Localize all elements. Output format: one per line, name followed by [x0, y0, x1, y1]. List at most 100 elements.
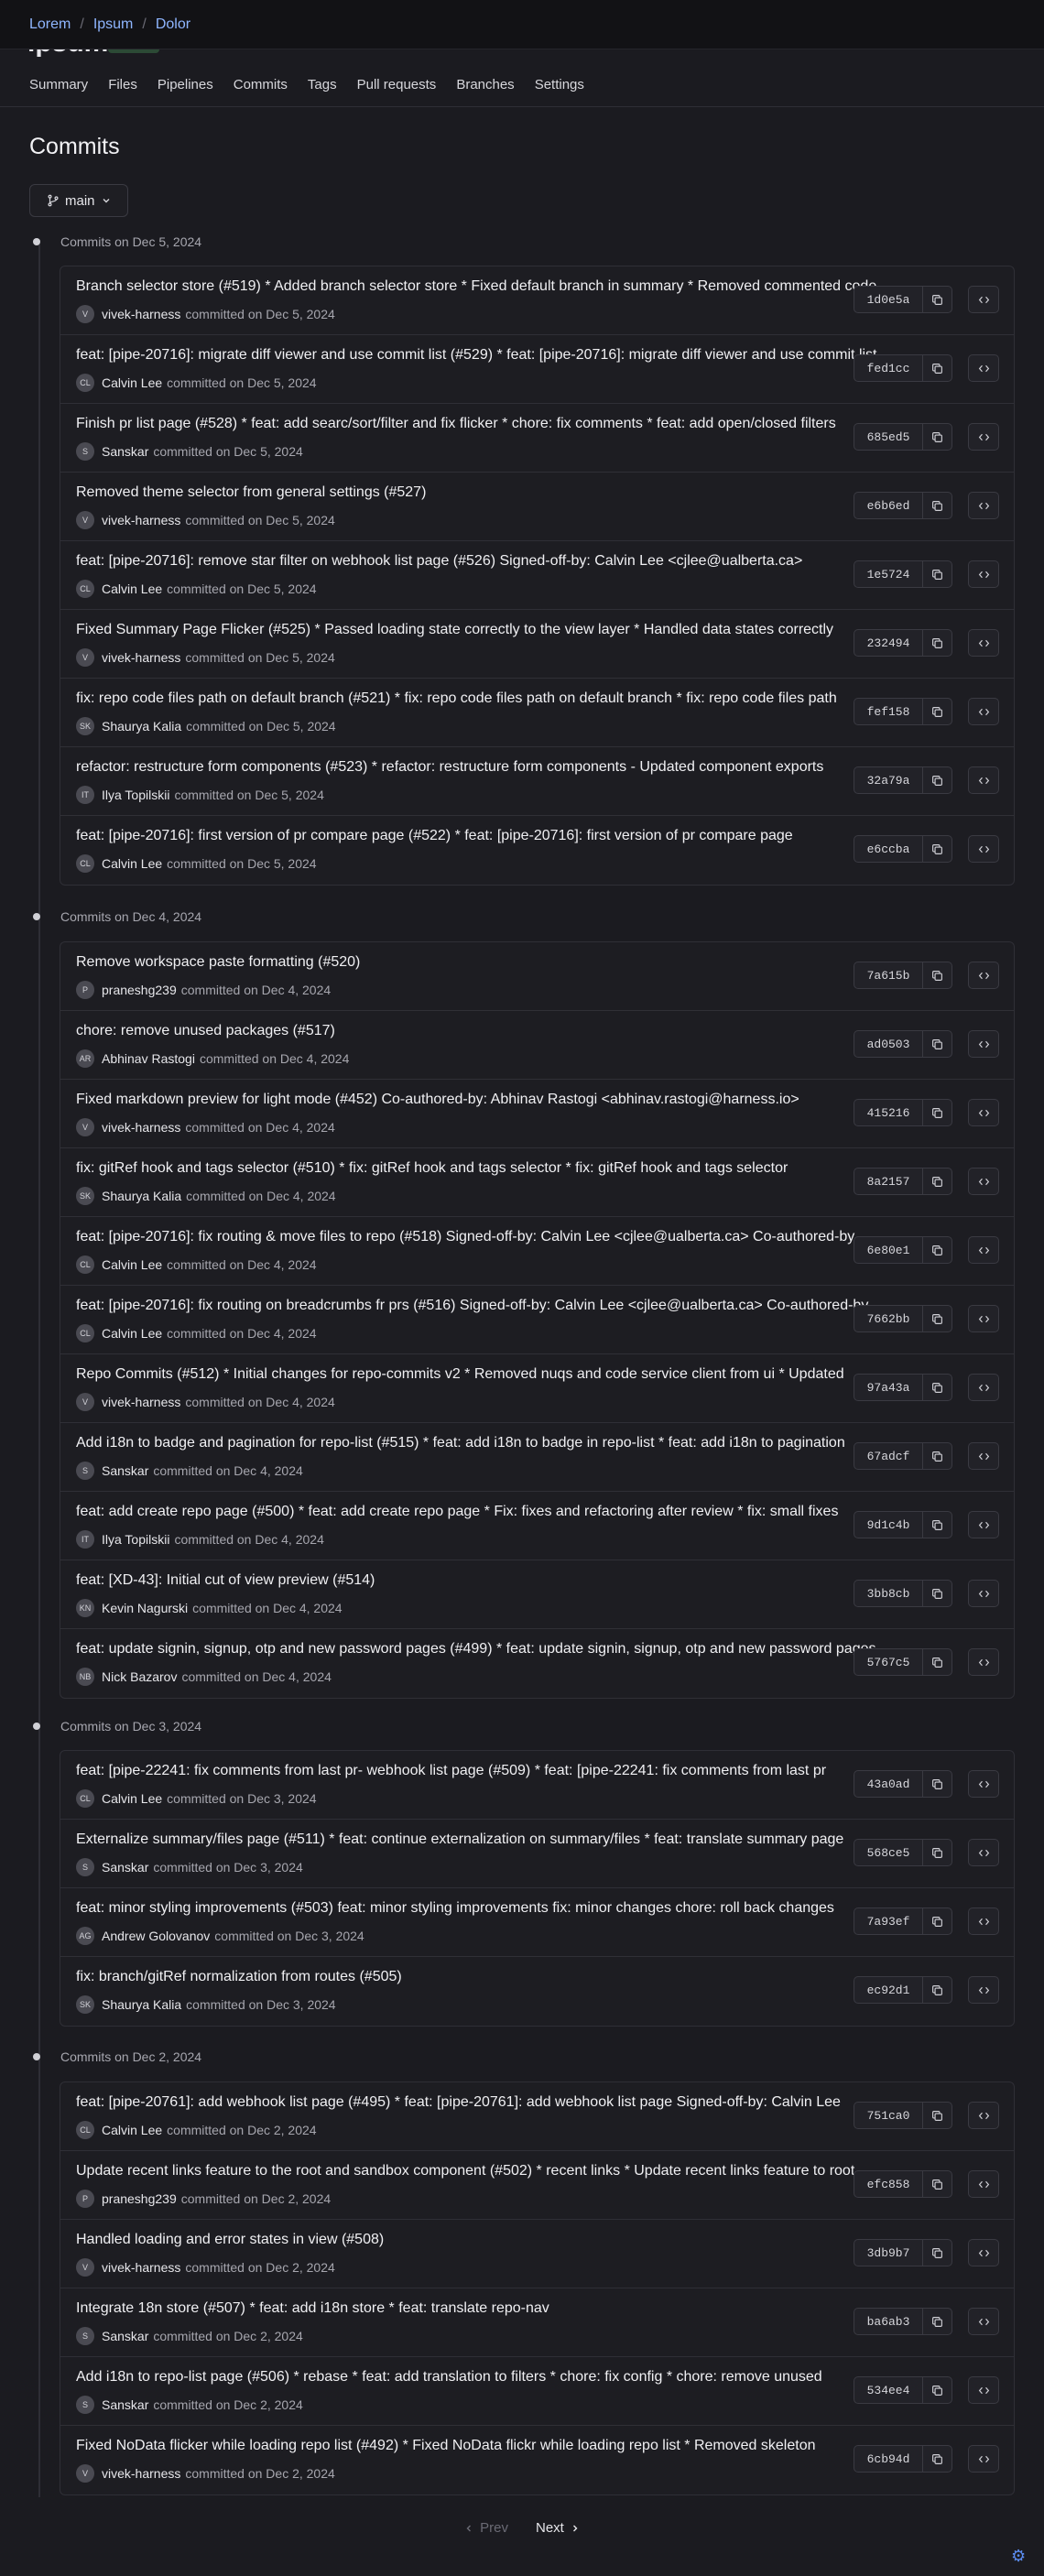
commit-message[interactable]: fix: gitRef hook and tags selector (#510…	[76, 1160, 909, 1177]
copy-icon[interactable]	[922, 630, 952, 656]
commit-sha[interactable]: 534ee4	[854, 2384, 922, 2397]
copy-icon[interactable]	[922, 1375, 952, 1400]
commit-message[interactable]: feat: [pipe-20716]: remove star filter o…	[76, 553, 909, 570]
browse-code-icon[interactable]	[968, 2102, 999, 2129]
commit-sha[interactable]: 43a0ad	[854, 1777, 922, 1791]
commit-message[interactable]: Add i18n to repo-list page (#506) * reba…	[76, 2369, 909, 2386]
commit-sha[interactable]: fef158	[854, 705, 922, 719]
commit-sha[interactable]: ba6ab3	[854, 2315, 922, 2329]
copy-icon[interactable]	[922, 1100, 952, 1125]
copy-icon[interactable]	[922, 1306, 952, 1331]
tab-settings[interactable]: Settings	[535, 77, 584, 92]
commit-row[interactable]: Remove workspace paste formatting (#520)…	[60, 942, 1014, 1011]
commit-sha[interactable]: 5767c5	[854, 1656, 922, 1669]
commit-row[interactable]: Repo Commits (#512) * Initial changes fo…	[60, 1354, 1014, 1423]
commit-sha[interactable]: e6ccba	[854, 842, 922, 856]
commit-row[interactable]: Integrate 18n store (#507) * feat: add i…	[60, 2288, 1014, 2357]
browse-code-icon[interactable]	[968, 1770, 999, 1798]
browse-code-icon[interactable]	[968, 1030, 999, 1058]
commit-row[interactable]: feat: minor styling improvements (#503) …	[60, 1888, 1014, 1957]
commit-message[interactable]: feat: [pipe-20716]: migrate diff viewer …	[76, 347, 909, 364]
commit-message[interactable]: Removed theme selector from general sett…	[76, 484, 909, 501]
browse-code-icon[interactable]	[968, 766, 999, 794]
commit-message[interactable]: feat: minor styling improvements (#503) …	[76, 1900, 909, 1917]
copy-icon[interactable]	[922, 287, 952, 312]
commit-sha[interactable]: 7662bb	[854, 1312, 922, 1326]
browse-code-icon[interactable]	[968, 835, 999, 863]
commit-row[interactable]: Add i18n to badge and pagination for rep…	[60, 1423, 1014, 1492]
copy-icon[interactable]	[922, 1908, 952, 1934]
commit-sha[interactable]: 751ca0	[854, 2109, 922, 2123]
copy-icon[interactable]	[922, 1977, 952, 2003]
commit-message[interactable]: feat: [pipe-20716]: fix routing & move f…	[76, 1229, 909, 1245]
commit-row[interactable]: refactor: restructure form components (#…	[60, 747, 1014, 816]
commit-row[interactable]: Fixed NoData flicker while loading repo …	[60, 2426, 1014, 2494]
commit-message[interactable]: feat: update signin, signup, otp and new…	[76, 1641, 909, 1658]
copy-icon[interactable]	[922, 493, 952, 518]
copy-icon[interactable]	[922, 2446, 952, 2472]
commit-message[interactable]: feat: add create repo page (#500) * feat…	[76, 1504, 909, 1520]
browse-code-icon[interactable]	[968, 1976, 999, 2004]
browse-code-icon[interactable]	[968, 2376, 999, 2404]
commit-message[interactable]: Update recent links feature to the root …	[76, 2163, 909, 2179]
commit-message[interactable]: Fixed Summary Page Flicker (#525) * Pass…	[76, 622, 909, 638]
commit-sha[interactable]: 3bb8cb	[854, 1587, 922, 1601]
commit-message[interactable]: Externalize summary/files page (#511) * …	[76, 1831, 909, 1848]
commit-sha[interactable]: 97a43a	[854, 1381, 922, 1395]
commit-row[interactable]: feat: add create repo page (#500) * feat…	[60, 1492, 1014, 1560]
commit-sha[interactable]: ec92d1	[854, 1984, 922, 1997]
browse-code-icon[interactable]	[968, 286, 999, 313]
browse-code-icon[interactable]	[968, 1839, 999, 1866]
commit-message[interactable]: Repo Commits (#512) * Initial changes fo…	[76, 1366, 909, 1383]
commit-sha[interactable]: e6b6ed	[854, 499, 922, 513]
commit-row[interactable]: feat: [pipe-20761]: add webhook list pag…	[60, 2082, 1014, 2151]
browse-code-icon[interactable]	[968, 2170, 999, 2198]
commit-sha[interactable]: 6e80e1	[854, 1244, 922, 1257]
copy-icon[interactable]	[922, 767, 952, 793]
tab-pipelines[interactable]: Pipelines	[158, 77, 213, 92]
copy-icon[interactable]	[922, 1771, 952, 1797]
copy-icon[interactable]	[922, 1168, 952, 1194]
commit-row[interactable]: feat: update signin, signup, otp and new…	[60, 1629, 1014, 1698]
browse-code-icon[interactable]	[968, 1580, 999, 1607]
browse-code-icon[interactable]	[968, 1648, 999, 1676]
copy-icon[interactable]	[922, 1649, 952, 1675]
browse-code-icon[interactable]	[968, 1236, 999, 1264]
copy-icon[interactable]	[922, 962, 952, 988]
copy-icon[interactable]	[922, 561, 952, 587]
commit-row[interactable]: chore: remove unused packages (#517) AR Ab…	[60, 1011, 1014, 1080]
browse-code-icon[interactable]	[968, 354, 999, 382]
commit-message[interactable]: fix: branch/gitRef normalization from ro…	[76, 1969, 909, 1985]
browse-code-icon[interactable]	[968, 629, 999, 657]
commit-message[interactable]: Integrate 18n store (#507) * feat: add i…	[76, 2300, 909, 2317]
copy-icon[interactable]	[922, 2171, 952, 2197]
commit-sha[interactable]: 1d0e5a	[854, 293, 922, 307]
browse-code-icon[interactable]	[968, 1099, 999, 1126]
copy-icon[interactable]	[922, 1581, 952, 1606]
copy-icon[interactable]	[922, 424, 952, 450]
tab-summary[interactable]: Summary	[29, 77, 88, 92]
copy-icon[interactable]	[922, 1512, 952, 1538]
browse-code-icon[interactable]	[968, 2239, 999, 2266]
next-page-button[interactable]: Next	[536, 2520, 581, 2536]
commit-sha[interactable]: 7a615b	[854, 969, 922, 983]
breadcrumb-item-0[interactable]: Lorem	[29, 16, 71, 33]
commit-message[interactable]: feat: [pipe-22241: fix comments from las…	[76, 1763, 909, 1779]
commit-sha[interactable]: efc858	[854, 2178, 922, 2191]
copy-icon[interactable]	[922, 355, 952, 381]
copy-icon[interactable]	[922, 2377, 952, 2403]
prev-page-button[interactable]: Prev	[463, 2520, 508, 2536]
breadcrumb-item-2[interactable]: Dolor	[156, 16, 190, 33]
commit-sha[interactable]: 1e5724	[854, 568, 922, 582]
browse-code-icon[interactable]	[968, 423, 999, 451]
commit-row[interactable]: feat: [pipe-20716]: fix routing & move f…	[60, 1217, 1014, 1286]
browse-code-icon[interactable]	[968, 698, 999, 725]
commit-row[interactable]: feat: [XD-43]: Initial cut of view previ…	[60, 1560, 1014, 1629]
tab-branches[interactable]: Branches	[456, 77, 514, 92]
browse-code-icon[interactable]	[968, 1305, 999, 1332]
commit-message[interactable]: Branch selector store (#519) * Added bra…	[76, 278, 909, 295]
commit-row[interactable]: Fixed Summary Page Flicker (#525) * Pass…	[60, 610, 1014, 679]
browse-code-icon[interactable]	[968, 1168, 999, 1195]
copy-icon[interactable]	[922, 699, 952, 724]
breadcrumb-item-1[interactable]: Ipsum	[93, 16, 134, 33]
